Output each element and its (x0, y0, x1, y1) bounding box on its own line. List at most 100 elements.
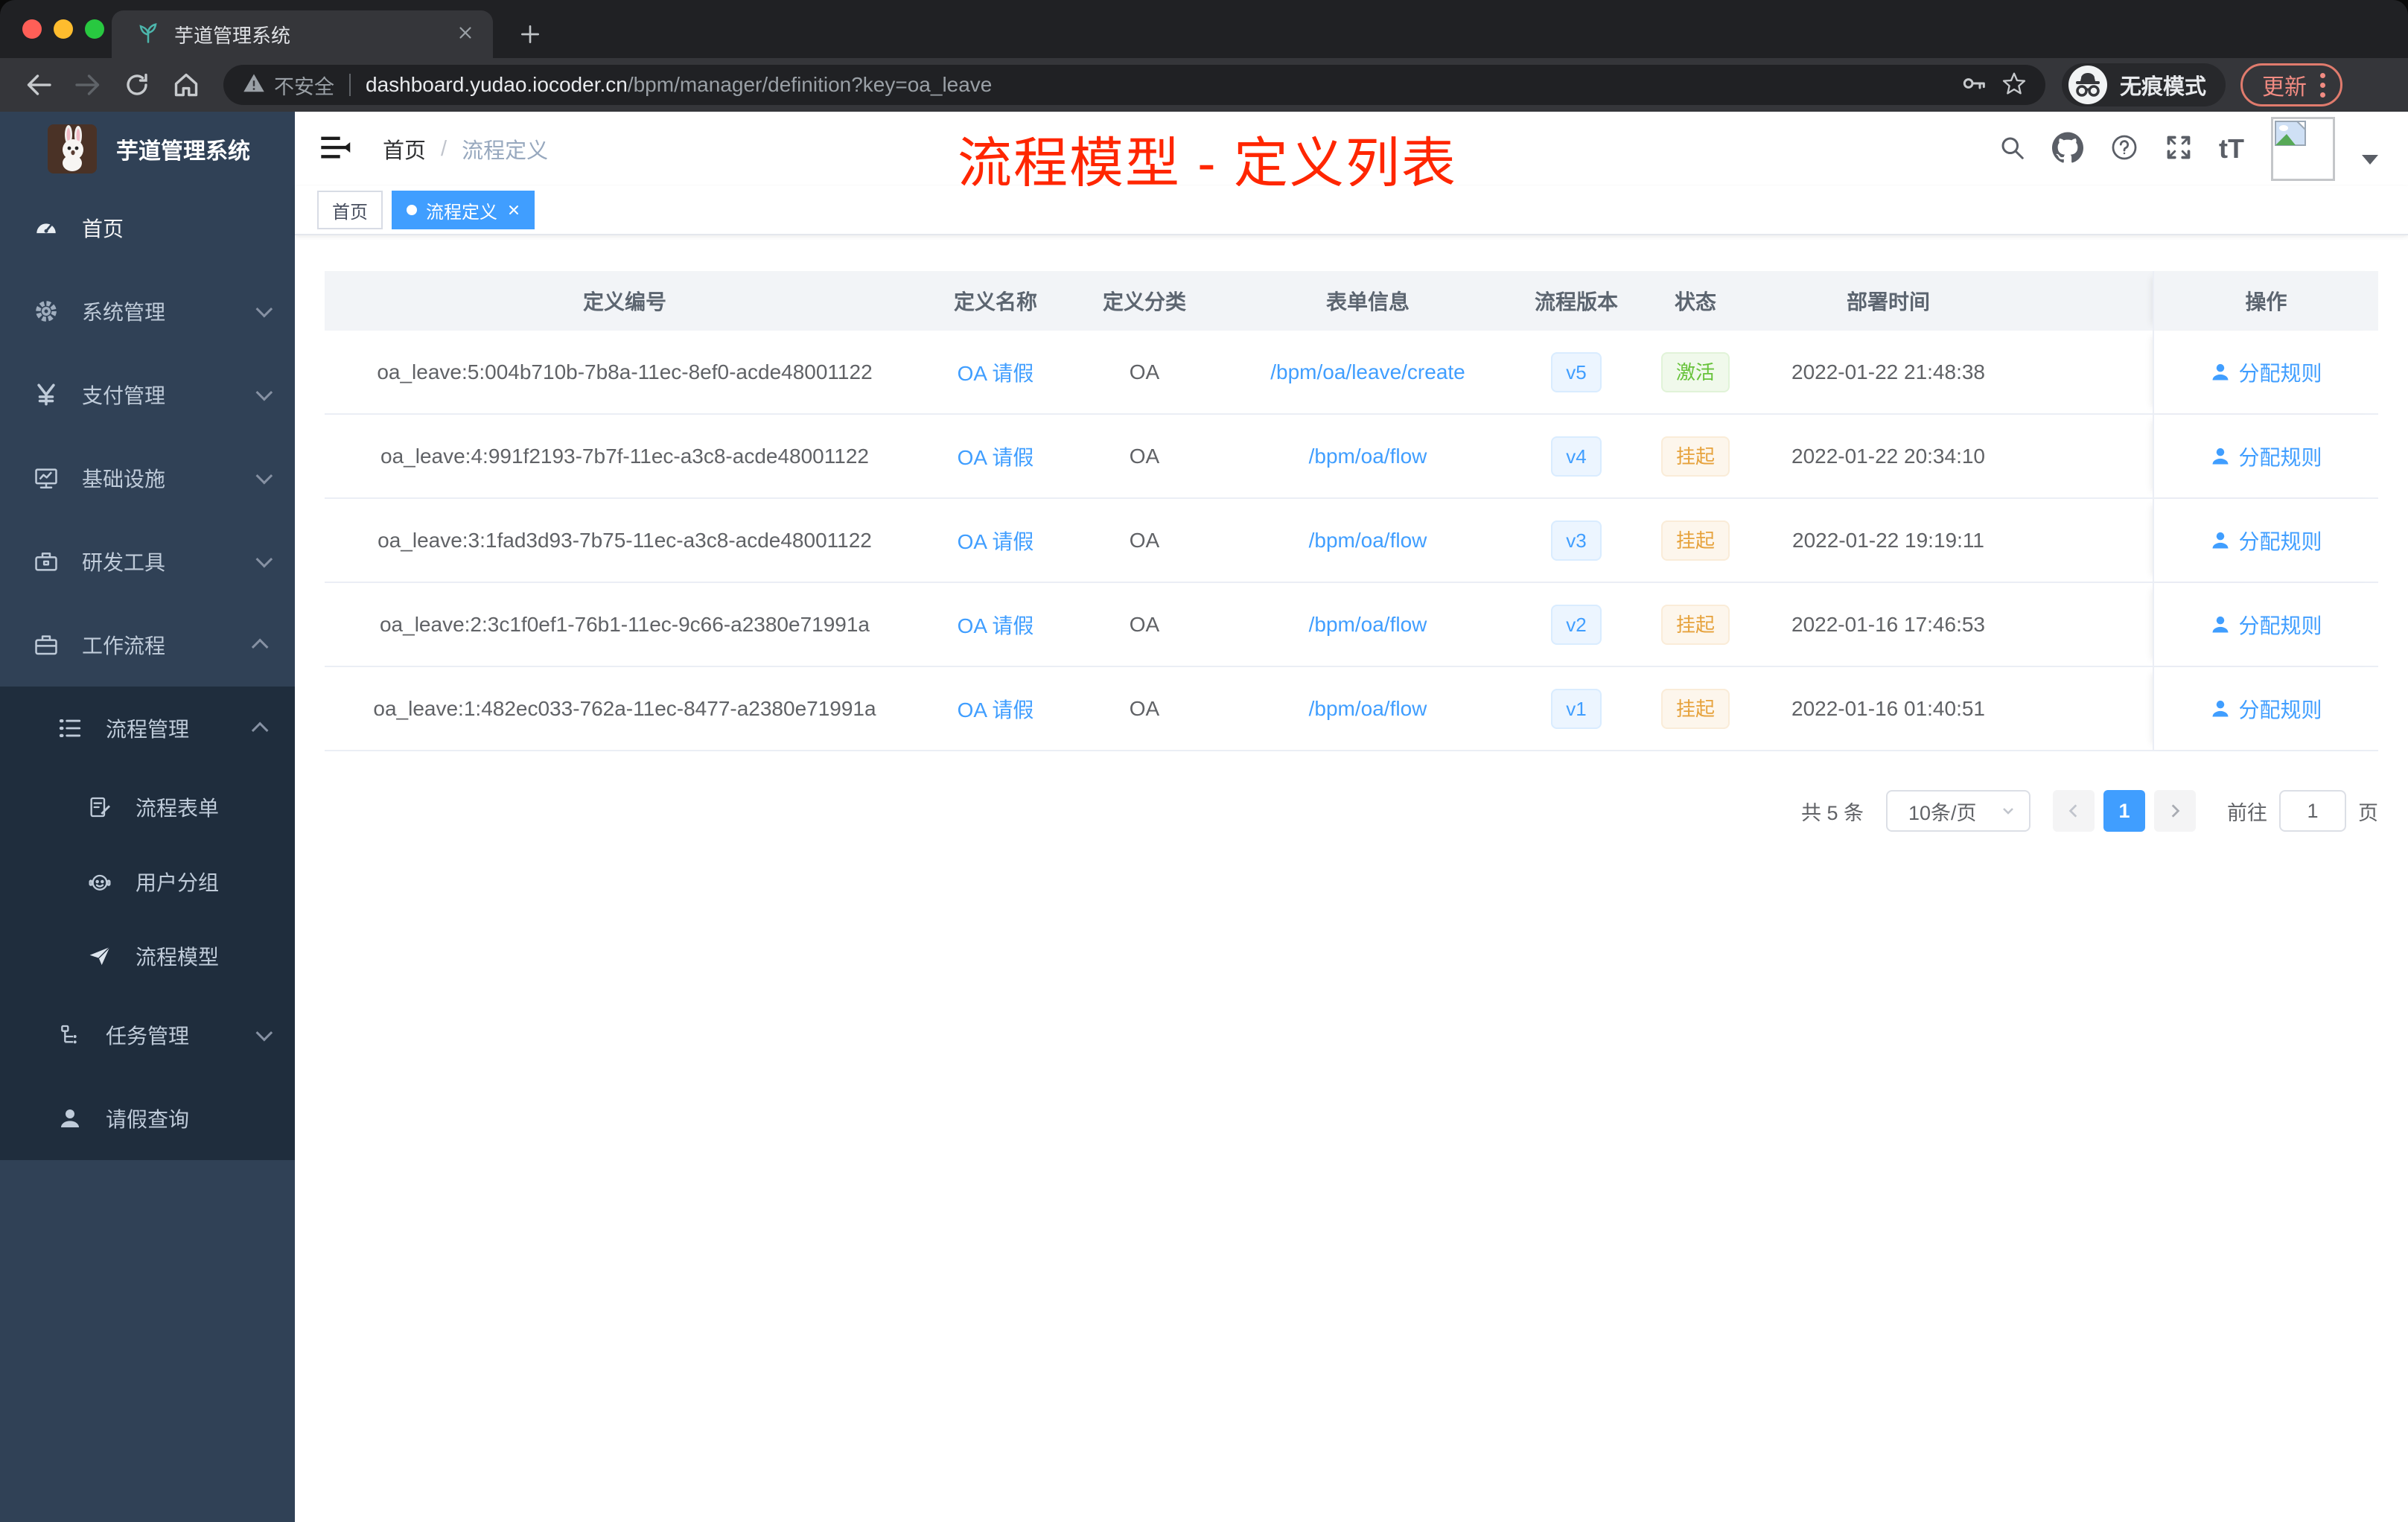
chevron-down-icon (255, 467, 273, 485)
traffic-lights (22, 19, 104, 39)
bookmark-star-icon[interactable] (2002, 71, 2026, 99)
form-info-link[interactable]: /bpm/oa/leave/create (1270, 360, 1465, 384)
logo-rabbit-image (48, 124, 97, 173)
back-icon[interactable] (21, 67, 57, 103)
goto-suffix: 页 (2358, 801, 2378, 824)
forward-icon[interactable] (70, 67, 106, 103)
sidebar-item-label: 工作流程 (82, 634, 166, 657)
next-page-button[interactable] (2154, 790, 2196, 832)
list-tree-icon (57, 716, 83, 741)
assign-rule-label: 分配规则 (2238, 445, 2322, 469)
definition-name-link[interactable]: OA 请假 (958, 610, 1034, 640)
version-badge: v1 (1551, 688, 1602, 729)
form-info-link[interactable]: /bpm/oa/flow (1309, 613, 1427, 637)
definition-category: OA (1129, 612, 1160, 636)
window-zoom-button[interactable] (85, 19, 104, 39)
goto-page: 前往 页 (2227, 790, 2378, 832)
sidebar-item-process-model[interactable]: 流程模型 (0, 919, 295, 993)
user-icon (57, 1107, 83, 1130)
definition-category: OA (1129, 696, 1160, 720)
deploy-time: 2022-01-16 01:40:51 (1791, 696, 1985, 720)
browser-menu-dots-icon[interactable] (2320, 72, 2325, 98)
sidebar-item-infrastructure[interactable]: 基础设施 (0, 436, 295, 520)
definition-name-link[interactable]: OA 请假 (958, 526, 1034, 555)
sidebar-item-payment[interactable]: 支付管理 (0, 353, 295, 436)
form-info-link[interactable]: /bpm/oa/flow (1309, 529, 1427, 553)
page-number-current[interactable]: 1 (2103, 790, 2145, 832)
window-minimize-button[interactable] (54, 19, 73, 39)
favicon-plant-icon (137, 22, 159, 48)
key-icon[interactable] (1962, 71, 1986, 99)
table-row: oa_leave:1:482ec033-762a-11ec-8477-a2380… (325, 667, 2378, 751)
version-badge: v2 (1551, 604, 1602, 645)
sidebar-item-home[interactable]: 首页 (0, 186, 295, 270)
breadcrumb: 首页 / 流程定义 (383, 133, 548, 165)
table-header-row: 定义编号 定义名称 定义分类 表单信息 流程版本 状态 部署时间 操作 (325, 271, 2378, 331)
assign-rule-button[interactable]: 分配规则 (2210, 526, 2322, 555)
definition-category: OA (1129, 360, 1160, 383)
tag-close-icon[interactable] (508, 204, 520, 216)
tag-home[interactable]: 首页 (317, 191, 383, 229)
robot-icon (86, 870, 113, 894)
help-icon[interactable] (2110, 133, 2138, 165)
reload-icon[interactable] (119, 67, 155, 103)
goto-page-input[interactable] (2279, 790, 2346, 832)
avatar[interactable] (2271, 117, 2335, 181)
breadcrumb-separator: / (441, 136, 447, 161)
window-close-button[interactable] (22, 19, 42, 39)
search-icon[interactable] (1998, 134, 2025, 165)
definition-name-link[interactable]: OA 请假 (958, 694, 1034, 724)
workflow-submenu: 流程管理 流程表单 用户分组 流程模型 任务管理 请假查询 (0, 687, 295, 1160)
security-label[interactable]: 不安全 (274, 71, 334, 100)
tags-view-bar: 首页 流程定义 (295, 186, 2408, 235)
deploy-time: 2022-01-22 20:34:10 (1791, 444, 1985, 468)
definition-name-link[interactable]: OA 请假 (958, 442, 1034, 471)
app-logo[interactable]: 芋道管理系统 (0, 112, 295, 186)
assign-rule-button[interactable]: 分配规则 (2210, 694, 2322, 724)
column-header: 流程版本 (1534, 290, 1618, 313)
sidebar-collapse-icon[interactable] (320, 134, 351, 165)
chevron-down-icon (255, 1024, 273, 1042)
font-size-icon[interactable]: tT (2219, 133, 2244, 165)
column-header: 表单信息 (1325, 290, 1410, 313)
fullscreen-icon[interactable] (2165, 134, 2192, 165)
org-tree-icon (57, 1023, 83, 1047)
chevron-left-icon (2068, 804, 2077, 818)
new-tab-button[interactable] (512, 16, 548, 52)
assign-rule-button[interactable]: 分配规则 (2210, 357, 2322, 387)
sidebar-item-leave-query[interactable]: 请假查询 (0, 1077, 295, 1160)
version-badge: v3 (1551, 520, 1602, 561)
form-info-link[interactable]: /bpm/oa/flow (1309, 445, 1427, 468)
tag-process-definition[interactable]: 流程定义 (392, 191, 535, 229)
address-bar[interactable]: 不安全 dashboard.yudao.iocoder.cn /bpm/mana… (223, 65, 2045, 105)
sidebar-item-task-management[interactable]: 任务管理 (0, 993, 295, 1077)
assign-rule-button[interactable]: 分配规则 (2210, 610, 2322, 640)
assign-rule-button[interactable]: 分配规则 (2210, 442, 2322, 471)
sidebar-item-devtools[interactable]: 研发工具 (0, 520, 295, 603)
sidebar-item-user-group[interactable]: 用户分组 (0, 844, 295, 919)
update-button[interactable]: 更新 (2240, 63, 2342, 106)
avatar-caret-icon[interactable] (2362, 154, 2378, 165)
breadcrumb-home[interactable]: 首页 (383, 133, 426, 165)
github-icon[interactable] (2052, 132, 2084, 167)
tab-close-icon[interactable] (456, 23, 475, 46)
definition-id: oa_leave:1:482ec033-762a-11ec-8477-a2380… (373, 696, 876, 720)
page-size-select[interactable]: 10条/页 (1886, 790, 2030, 832)
browser-tab[interactable]: 芋道管理系统 (112, 10, 493, 58)
sidebar-item-process-form[interactable]: 流程表单 (0, 770, 295, 844)
address-divider (349, 74, 351, 96)
sidebar-item-label: 支付管理 (82, 384, 166, 407)
sidebar-item-workflow[interactable]: 工作流程 (0, 603, 295, 687)
sidebar-item-label: 基础设施 (82, 468, 166, 491)
definition-name-link[interactable]: OA 请假 (958, 357, 1034, 387)
sidebar-item-label: 流程管理 (106, 718, 190, 741)
sidebar-item-label: 流程模型 (136, 946, 220, 969)
update-label[interactable]: 更新 (2262, 69, 2307, 101)
sidebar-item-system[interactable]: 系统管理 (0, 270, 295, 353)
browser-urlbar: 不安全 dashboard.yudao.iocoder.cn /bpm/mana… (0, 58, 2408, 112)
sidebar-item-process-management[interactable]: 流程管理 (0, 687, 295, 770)
page-content: 定义编号 定义名称 定义分类 表单信息 流程版本 状态 部署时间 操作 oa_l… (295, 235, 2408, 1522)
home-icon[interactable] (168, 67, 204, 103)
form-info-link[interactable]: /bpm/oa/flow (1309, 697, 1427, 721)
prev-page-button[interactable] (2053, 790, 2095, 832)
